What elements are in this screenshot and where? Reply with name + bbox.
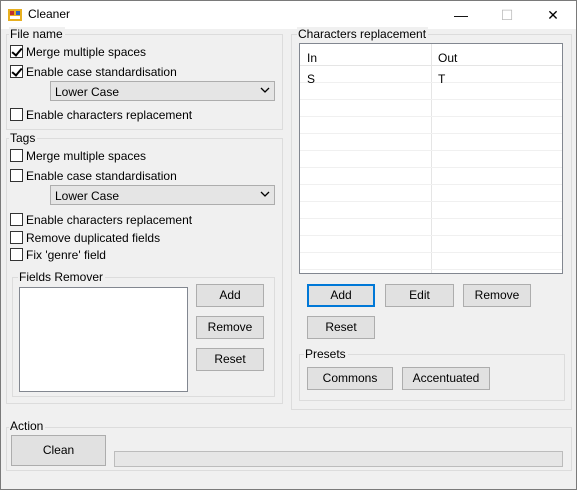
grid-header-in[interactable]: In [307, 51, 317, 65]
tags-fix-genre-label[interactable]: Fix 'genre' field [26, 248, 106, 262]
grid-lines [300, 44, 562, 273]
file-char-replace-label[interactable]: Enable characters replacement [26, 108, 192, 122]
tags-remove-dup-checkbox[interactable] [10, 231, 23, 244]
grid-header-out[interactable]: Out [438, 51, 457, 65]
fields-remover-group-label: Fields Remover [18, 270, 106, 284]
fields-reset-button[interactable]: Reset [196, 348, 264, 371]
tags-fix-genre-checkbox[interactable] [10, 248, 23, 261]
minimize-button[interactable]: — [438, 1, 484, 29]
chars-remove-button[interactable]: Remove [463, 284, 531, 307]
file-merge-spaces-label[interactable]: Merge multiple spaces [26, 45, 146, 59]
close-button[interactable]: ✕ [530, 1, 576, 29]
fields-remove-button[interactable]: Remove [196, 316, 264, 339]
chevron-down-icon [260, 191, 270, 197]
cleaner-window: Cleaner — ☐ ✕ File name Merge multiple s… [0, 0, 577, 490]
grid-cell-in[interactable]: S [307, 72, 315, 86]
tags-case-std-checkbox[interactable] [10, 169, 23, 182]
chars-edit-button[interactable]: Edit [385, 284, 454, 307]
chars-replacement-group-label: Characters replacement [297, 27, 429, 41]
tags-merge-spaces-checkbox[interactable] [10, 149, 23, 162]
file-merge-spaces-checkbox[interactable] [10, 45, 23, 58]
tags-remove-dup-label[interactable]: Remove duplicated fields [26, 231, 160, 245]
chevron-down-icon [260, 87, 270, 93]
chars-replacement-grid[interactable]: In Out S T [299, 43, 563, 274]
tags-case-select[interactable]: Lower Case [50, 185, 275, 205]
file-case-std-label[interactable]: Enable case standardisation [26, 65, 177, 79]
tags-merge-spaces-label[interactable]: Merge multiple spaces [26, 149, 146, 163]
tags-case-std-label[interactable]: Enable case standardisation [26, 169, 177, 183]
presets-group-label: Presets [304, 347, 348, 361]
file-case-std-checkbox[interactable] [10, 65, 23, 78]
fields-add-button[interactable]: Add [196, 284, 264, 307]
tags-char-replace-checkbox[interactable] [10, 213, 23, 226]
clean-progress-bar [114, 451, 563, 467]
chars-reset-button[interactable]: Reset [307, 316, 375, 339]
window-title: Cleaner [28, 7, 71, 21]
clean-button[interactable]: Clean [11, 435, 106, 466]
app-icon [8, 9, 22, 21]
title-bar[interactable]: Cleaner — ☐ ✕ [1, 1, 576, 29]
action-group-label: Action [9, 419, 46, 433]
fields-remover-list[interactable] [19, 287, 188, 392]
file-char-replace-checkbox[interactable] [10, 108, 23, 121]
grid-cell-out[interactable]: T [438, 72, 445, 86]
tags-case-select-value: Lower Case [55, 189, 120, 203]
tags-group-label: Tags [9, 131, 38, 145]
tags-char-replace-label[interactable]: Enable characters replacement [26, 213, 192, 227]
chars-add-button[interactable]: Add [307, 284, 375, 307]
file-case-select-value: Lower Case [55, 85, 120, 99]
presets-commons-button[interactable]: Commons [307, 367, 393, 390]
file-case-select[interactable]: Lower Case [50, 81, 275, 101]
presets-accentuated-button[interactable]: Accentuated [402, 367, 490, 390]
maximize-button[interactable]: ☐ [484, 1, 530, 29]
file-name-group-label: File name [9, 27, 65, 41]
